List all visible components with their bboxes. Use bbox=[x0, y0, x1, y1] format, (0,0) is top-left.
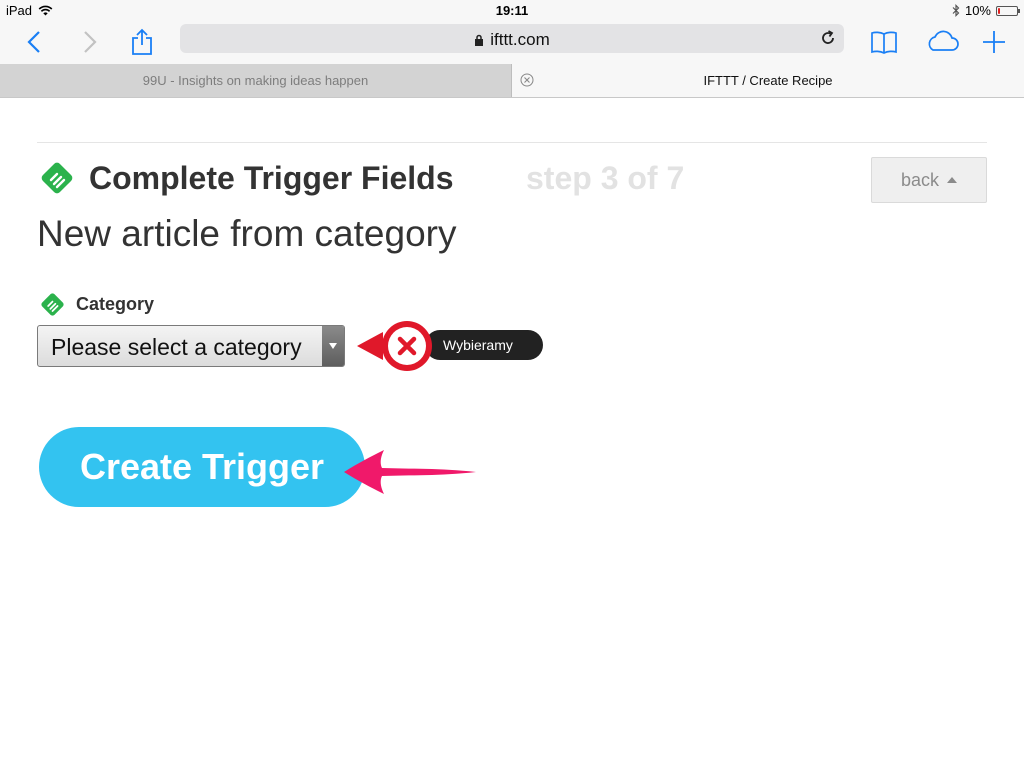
annotation-label: Wybieramy bbox=[443, 337, 513, 353]
close-tab-icon[interactable] bbox=[520, 73, 534, 87]
status-right: 10% bbox=[952, 3, 1020, 18]
feedly-icon bbox=[41, 162, 73, 194]
status-bar: iPad 19:11 10% bbox=[0, 0, 1024, 20]
category-label: Category bbox=[76, 294, 155, 314]
page-divider bbox=[37, 142, 987, 143]
browser-toolbar: ifttt.com bbox=[0, 20, 1024, 64]
tab-ifttt[interactable]: IFTTT / Create Recipe bbox=[512, 64, 1024, 97]
annotation-marker: Wybieramy bbox=[355, 318, 547, 374]
arrow-pointer-icon bbox=[344, 450, 476, 494]
reload-icon[interactable] bbox=[818, 28, 838, 48]
category-select-value: Please select a category bbox=[51, 334, 302, 360]
address-bar[interactable]: ifttt.com bbox=[180, 24, 844, 53]
step-indicator: step 3 of 7 bbox=[526, 160, 685, 196]
url-text: ifttt.com bbox=[490, 30, 550, 49]
trigger-subtitle: New article from category bbox=[37, 213, 457, 254]
dropdown-arrow-icon[interactable] bbox=[322, 326, 344, 366]
battery-percent: 10% bbox=[964, 3, 991, 18]
battery-level bbox=[998, 7, 1000, 14]
share-icon[interactable] bbox=[124, 24, 160, 60]
icloud-tabs-icon[interactable] bbox=[922, 24, 962, 60]
feedly-icon bbox=[41, 293, 64, 316]
tab-99u[interactable]: 99U - Insights on making ideas happen bbox=[0, 64, 512, 97]
new-tab-icon[interactable] bbox=[976, 24, 1012, 60]
bluetooth-icon bbox=[952, 4, 960, 17]
tab-label: 99U - Insights on making ideas happen bbox=[142, 73, 369, 88]
forward-nav-icon[interactable] bbox=[72, 24, 108, 60]
tab-bar: 99U - Insights on making ideas happen IF… bbox=[0, 64, 1024, 98]
bookmarks-icon[interactable] bbox=[866, 24, 902, 60]
back-label: back bbox=[900, 169, 940, 190]
caret-up-icon bbox=[947, 177, 958, 183]
page-title: Complete Trigger Fields bbox=[89, 160, 454, 196]
battery-icon bbox=[996, 5, 1020, 16]
url-display[interactable]: ifttt.com bbox=[180, 30, 844, 50]
lock-icon bbox=[475, 34, 484, 46]
create-trigger-button[interactable]: Create Trigger bbox=[39, 427, 365, 507]
back-nav-icon[interactable] bbox=[16, 24, 52, 60]
back-button[interactable]: back bbox=[871, 157, 987, 203]
tab-label: IFTTT / Create Recipe bbox=[703, 73, 833, 88]
status-time: 19:11 bbox=[495, 3, 529, 18]
category-select[interactable]: Please select a category bbox=[37, 325, 345, 367]
